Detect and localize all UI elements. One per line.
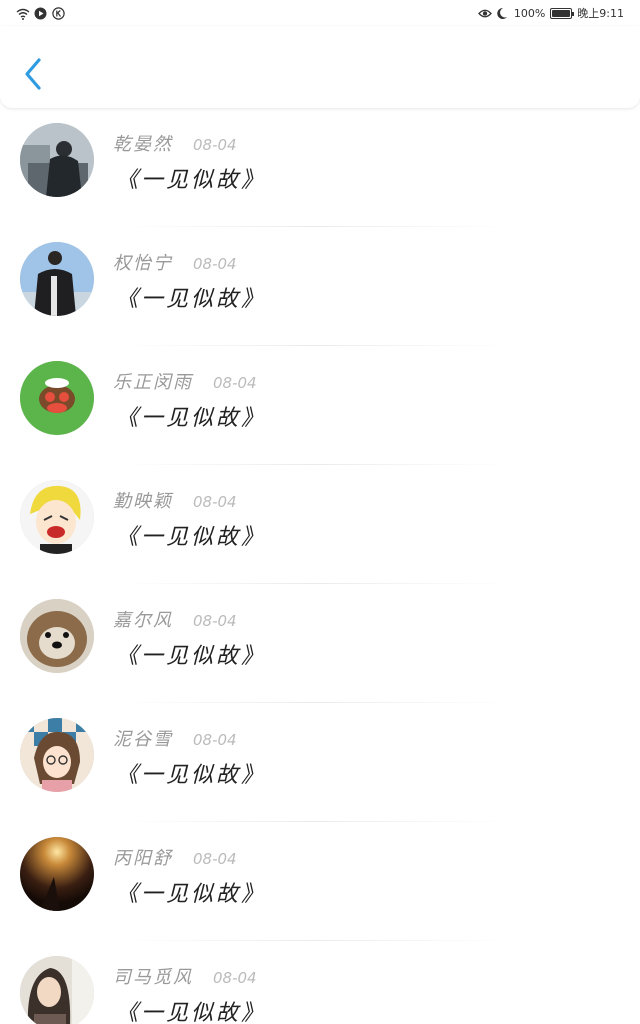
moon-icon bbox=[496, 7, 509, 20]
message-date: 08-04 bbox=[193, 612, 237, 630]
list-item[interactable]: 权怡宁 08-04 《一见似故》 bbox=[0, 227, 640, 346]
message-text: 《一见似故》 bbox=[116, 763, 267, 788]
sender-name: 嘉尔风 bbox=[113, 610, 173, 631]
message-text: 《一见似故》 bbox=[116, 1001, 267, 1024]
message-date: 08-04 bbox=[193, 136, 237, 154]
message-list: 乾晏然 08-04 《一见似故》 权怡宁 08-04 《一见似故》 乐正闵雨 0… bbox=[0, 108, 640, 1024]
avatar[interactable] bbox=[20, 361, 94, 435]
wifi-icon bbox=[16, 7, 30, 20]
list-item[interactable]: 嘉尔风 08-04 《一见似故》 bbox=[0, 584, 640, 703]
chevron-left-icon bbox=[25, 58, 41, 90]
avatar[interactable] bbox=[20, 480, 94, 554]
status-time: 晚上9:11 bbox=[577, 7, 624, 20]
status-left-icons bbox=[16, 6, 65, 20]
message-date: 08-04 bbox=[213, 374, 257, 392]
avatar[interactable] bbox=[20, 123, 94, 197]
message-text: 《一见似故》 bbox=[116, 882, 267, 907]
message-text: 《一见似故》 bbox=[116, 525, 267, 550]
message-meta: 丙阳舒 08-04 bbox=[113, 844, 237, 870]
sender-name: 乐正闵雨 bbox=[113, 372, 193, 393]
message-text: 《一见似故》 bbox=[116, 287, 267, 312]
back-button[interactable] bbox=[18, 54, 48, 94]
message-date: 08-04 bbox=[193, 731, 237, 749]
message-meta: 司马觅风 08-04 bbox=[113, 963, 257, 989]
avatar[interactable] bbox=[20, 956, 94, 1024]
status-right-icons: 100% 晚上9:11 bbox=[477, 5, 624, 21]
list-item[interactable]: 乾晏然 08-04 《一见似故》 bbox=[0, 108, 640, 227]
eye-icon bbox=[477, 7, 492, 20]
avatar[interactable] bbox=[20, 718, 94, 792]
message-date: 08-04 bbox=[193, 493, 237, 511]
sender-name: 丙阳舒 bbox=[113, 848, 173, 869]
battery-percent: 100% bbox=[513, 6, 546, 20]
play-icon bbox=[34, 7, 47, 20]
avatar[interactable] bbox=[20, 599, 94, 673]
avatar[interactable] bbox=[20, 837, 94, 911]
sender-name: 权怡宁 bbox=[113, 253, 173, 274]
k-circle-icon bbox=[52, 6, 65, 20]
message-meta: 乾晏然 08-04 bbox=[113, 130, 237, 156]
top-navigation-bar bbox=[0, 26, 640, 108]
sender-name: 泥谷雪 bbox=[113, 729, 173, 750]
message-meta: 乐正闵雨 08-04 bbox=[113, 368, 257, 394]
list-item[interactable]: 丙阳舒 08-04 《一见似故》 bbox=[0, 822, 640, 941]
avatar[interactable] bbox=[20, 242, 94, 316]
sender-name: 乾晏然 bbox=[113, 134, 173, 155]
list-item[interactable]: 司马觅风 08-04 《一见似故》 bbox=[0, 941, 640, 1024]
list-item[interactable]: 乐正闵雨 08-04 《一见似故》 bbox=[0, 346, 640, 465]
message-text: 《一见似故》 bbox=[116, 168, 267, 193]
message-meta: 泥谷雪 08-04 bbox=[113, 725, 237, 751]
message-text: 《一见似故》 bbox=[116, 644, 267, 669]
list-item[interactable]: 泥谷雪 08-04 《一见似故》 bbox=[0, 703, 640, 822]
sender-name: 司马觅风 bbox=[113, 967, 193, 988]
sender-name: 勤映颖 bbox=[113, 491, 173, 512]
status-bar: 100% 晚上9:11 bbox=[0, 0, 640, 26]
message-date: 08-04 bbox=[213, 969, 257, 987]
list-item[interactable]: 勤映颖 08-04 《一见似故》 bbox=[0, 465, 640, 584]
message-meta: 勤映颖 08-04 bbox=[113, 487, 237, 513]
message-text: 《一见似故》 bbox=[116, 406, 267, 431]
battery-icon bbox=[550, 7, 575, 19]
message-meta: 权怡宁 08-04 bbox=[113, 249, 237, 275]
message-date: 08-04 bbox=[193, 850, 237, 868]
message-meta: 嘉尔风 08-04 bbox=[113, 606, 237, 632]
message-date: 08-04 bbox=[193, 255, 237, 273]
